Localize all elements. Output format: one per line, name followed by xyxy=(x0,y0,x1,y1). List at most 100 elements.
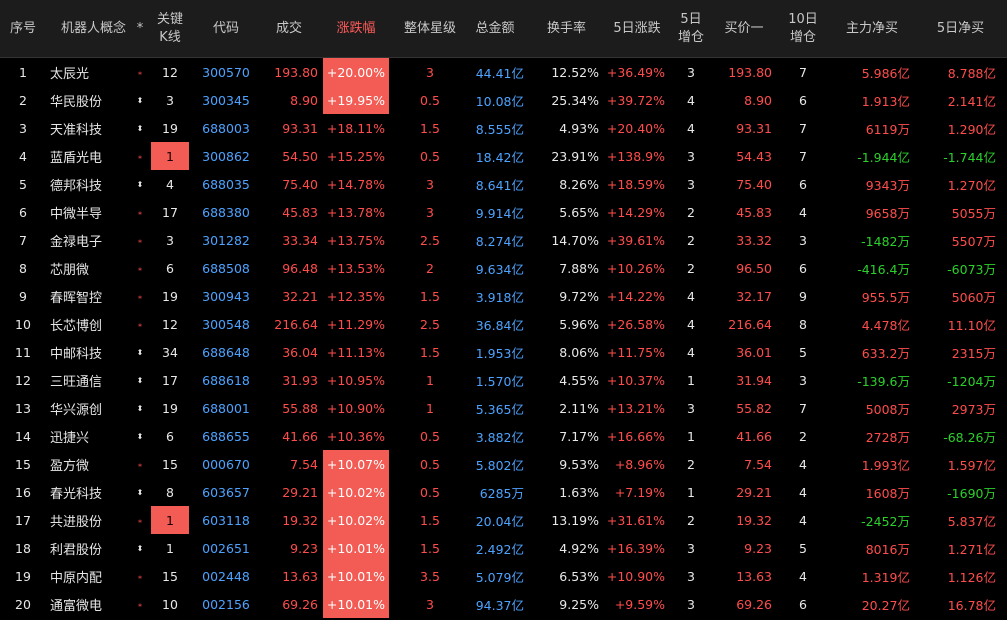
stock-name[interactable]: 春光科技 xyxy=(46,478,140,506)
column-header[interactable]: 换手率 xyxy=(530,0,603,57)
change-5d: +8.96% xyxy=(614,456,665,472)
stock-name[interactable]: 盈方微 xyxy=(46,450,140,478)
change-5d: +10.90% xyxy=(606,568,665,584)
up-arrow-icon: ⁎ xyxy=(138,459,142,469)
stock-code[interactable]: 688648 xyxy=(196,338,256,366)
stock-code[interactable]: 002156 xyxy=(196,590,256,618)
stock-code[interactable]: 002448 xyxy=(196,562,256,590)
total-amount: 5.802亿 xyxy=(475,457,524,473)
stock-code[interactable]: 688035 xyxy=(196,170,256,198)
stock-code[interactable]: 300943 xyxy=(196,282,256,310)
column-header[interactable]: 5日涨跌 xyxy=(605,0,669,57)
total-amount: 5.365亿 xyxy=(475,401,524,417)
main-net-buy: 1608万 xyxy=(865,485,910,501)
column-header[interactable]: 成交 xyxy=(256,0,322,57)
key-kline-cell: 15 xyxy=(151,562,189,590)
stock-name[interactable]: 通富微电 xyxy=(46,590,140,618)
stock-name[interactable]: 金禄电子 xyxy=(46,226,140,254)
bid-price-1: 45.83 xyxy=(736,204,772,220)
column-header[interactable]: 10日 增仓 xyxy=(782,0,824,57)
stock-code[interactable]: 300570 xyxy=(196,58,256,86)
stock-code[interactable]: 301282 xyxy=(196,226,256,254)
bid-price-1: 9.23 xyxy=(744,540,772,556)
stock-name[interactable]: 芯朋微 xyxy=(46,254,140,282)
table-row[interactable]: 12 三旺通信 ⬍ 17 688618 31.93 +10.95% 1 1.570亿 4.55% +… xyxy=(0,366,1007,394)
stock-name[interactable]: 中微半导 xyxy=(46,198,140,226)
column-header[interactable]: * xyxy=(131,0,149,57)
table-row[interactable]: 18 利君股份 ⬍ 1 002651 9.23 +10.01% 1.5 2.492亿 4.92% +… xyxy=(0,534,1007,562)
table-row[interactable]: 5 德邦科技 ⬍ 4 688035 75.40 +14.78% 3 8.641亿 8.26% +18… xyxy=(0,170,1007,198)
stock-code[interactable]: 300862 xyxy=(196,142,256,170)
stock-code[interactable]: 688380 xyxy=(196,198,256,226)
bid-price-1: 19.32 xyxy=(736,512,772,528)
bid-price-1: 55.82 xyxy=(736,400,772,416)
table-row[interactable]: 1 太辰光 ⁎ 12 300570 193.80 +20.00% 3 44.41亿 12.52% +… xyxy=(0,58,1007,86)
column-header[interactable]: 序号 xyxy=(0,0,46,57)
turnover-rate: 5.65% xyxy=(559,204,599,220)
table-row[interactable]: 17 共进股份 ⁎ 1 603118 19.32 +10.02% 1.5 20.04亿 13.19… xyxy=(0,506,1007,534)
stock-name[interactable]: 中邮科技 xyxy=(46,338,140,366)
stock-name[interactable]: 德邦科技 xyxy=(46,170,140,198)
stock-code[interactable]: 688508 xyxy=(196,254,256,282)
column-header[interactable]: 整体星级 xyxy=(398,0,462,57)
stock-code[interactable]: 688618 xyxy=(196,366,256,394)
total-amount: 5.079亿 xyxy=(475,569,524,585)
main-net-buy: 1.913亿 xyxy=(861,93,910,109)
table-row[interactable]: 10 长芯博创 ⁎ 12 300548 216.64 +11.29% 2.5 36.84亿 5.9… xyxy=(0,310,1007,338)
stock-code[interactable]: 688003 xyxy=(196,114,256,142)
stock-code[interactable]: 300548 xyxy=(196,310,256,338)
column-header[interactable]: 涨跌幅 xyxy=(323,0,389,57)
turnover-rate: 4.55% xyxy=(559,372,599,388)
table-row[interactable]: 4 蓝盾光电 ⁎ 1 300862 54.50 +15.25% 0.5 18.42亿 23.91%… xyxy=(0,142,1007,170)
stock-code[interactable]: 688001 xyxy=(196,394,256,422)
stock-name[interactable]: 利君股份 xyxy=(46,534,140,562)
change-5d: +36.49% xyxy=(606,64,665,80)
change-pct-cell: +13.78% xyxy=(326,204,385,220)
stock-name[interactable]: 华民股份 xyxy=(46,86,140,114)
column-header[interactable]: 代码 xyxy=(196,0,256,57)
stock-name[interactable]: 共进股份 xyxy=(46,506,140,534)
column-header[interactable]: 买价一 xyxy=(712,0,776,57)
table-row[interactable]: 3 天准科技 ⬍ 19 688003 93.31 +18.11% 1.5 8.555亿 4.93%… xyxy=(0,114,1007,142)
table-row[interactable]: 20 通富微电 ⁎ 10 002156 69.26 +10.01% 3 94.37亿 9.25% +… xyxy=(0,590,1007,618)
star-rating: 1.5 xyxy=(420,344,440,360)
column-header[interactable]: 关键 K线 xyxy=(151,0,189,57)
stock-code[interactable]: 002651 xyxy=(196,534,256,562)
column-header[interactable]: 机器人概念 xyxy=(46,0,141,57)
stock-name[interactable]: 三旺通信 xyxy=(46,366,140,394)
table-row[interactable]: 7 金禄电子 ⁎ 3 301282 33.34 +13.75% 2.5 8.274亿 14.70%… xyxy=(0,226,1007,254)
stock-code[interactable]: 688655 xyxy=(196,422,256,450)
stock-name[interactable]: 春晖智控 xyxy=(46,282,140,310)
table-row[interactable]: 9 春晖智控 ⁎ 19 300943 32.21 +12.35% 1.5 3.918亿 9.72%… xyxy=(0,282,1007,310)
row-index: 12 xyxy=(15,372,31,388)
stock-name[interactable]: 天准科技 xyxy=(46,114,140,142)
stock-name[interactable]: 迅捷兴 xyxy=(46,422,140,450)
table-row[interactable]: 2 华民股份 ⬍ 3 300345 8.90 +19.95% 0.5 10.08亿 25.34% +… xyxy=(0,86,1007,114)
column-header[interactable]: 主力净买 xyxy=(830,0,914,57)
column-header[interactable]: 总金额 xyxy=(462,0,528,57)
add-5d: 3 xyxy=(687,540,695,556)
stock-name[interactable]: 华兴源创 xyxy=(46,394,140,422)
key-kline-value: 12 xyxy=(162,64,178,80)
table-row[interactable]: 14 迅捷兴 ⬍ 6 688655 41.66 +10.36% 0.5 3.882亿 7.17% +… xyxy=(0,422,1007,450)
star-rating: 0.5 xyxy=(420,456,440,472)
column-header[interactable]: 5日净买 xyxy=(914,0,1007,57)
stock-code[interactable]: 603118 xyxy=(196,506,256,534)
stock-code[interactable]: 000670 xyxy=(196,450,256,478)
stock-code[interactable]: 300345 xyxy=(196,86,256,114)
table-row[interactable]: 13 华兴源创 ⬍ 19 688001 55.88 +10.90% 1 5.365亿 2.11% +… xyxy=(0,394,1007,422)
stock-name[interactable]: 中原内配 xyxy=(46,562,140,590)
row-index: 5 xyxy=(19,176,27,192)
table-row[interactable]: 19 中原内配 ⁎ 15 002448 13.63 +10.01% 3.5 5.079亿 6.53… xyxy=(0,562,1007,590)
stock-code[interactable]: 603657 xyxy=(196,478,256,506)
stock-name[interactable]: 蓝盾光电 xyxy=(46,142,140,170)
column-header[interactable]: 5日 增仓 xyxy=(672,0,710,57)
table-row[interactable]: 15 盈方微 ⁎ 15 000670 7.54 +10.07% 0.5 5.802亿 9.53% +… xyxy=(0,450,1007,478)
net-buy-5d: 1.290亿 xyxy=(947,121,996,137)
table-row[interactable]: 11 中邮科技 ⬍ 34 688648 36.04 +11.13% 1.5 1.953亿 8.06… xyxy=(0,338,1007,366)
table-row[interactable]: 6 中微半导 ⁎ 17 688380 45.83 +13.78% 3 9.914亿 5.65% +1… xyxy=(0,198,1007,226)
stock-name[interactable]: 长芯博创 xyxy=(46,310,140,338)
stock-name[interactable]: 太辰光 xyxy=(46,58,140,86)
table-row[interactable]: 8 芯朋微 ⁎ 6 688508 96.48 +13.53% 2 9.634亿 7.88% +10.… xyxy=(0,254,1007,282)
table-row[interactable]: 16 春光科技 ⬍ 8 603657 29.21 +10.02% 0.5 6285万 1.63% +… xyxy=(0,478,1007,506)
